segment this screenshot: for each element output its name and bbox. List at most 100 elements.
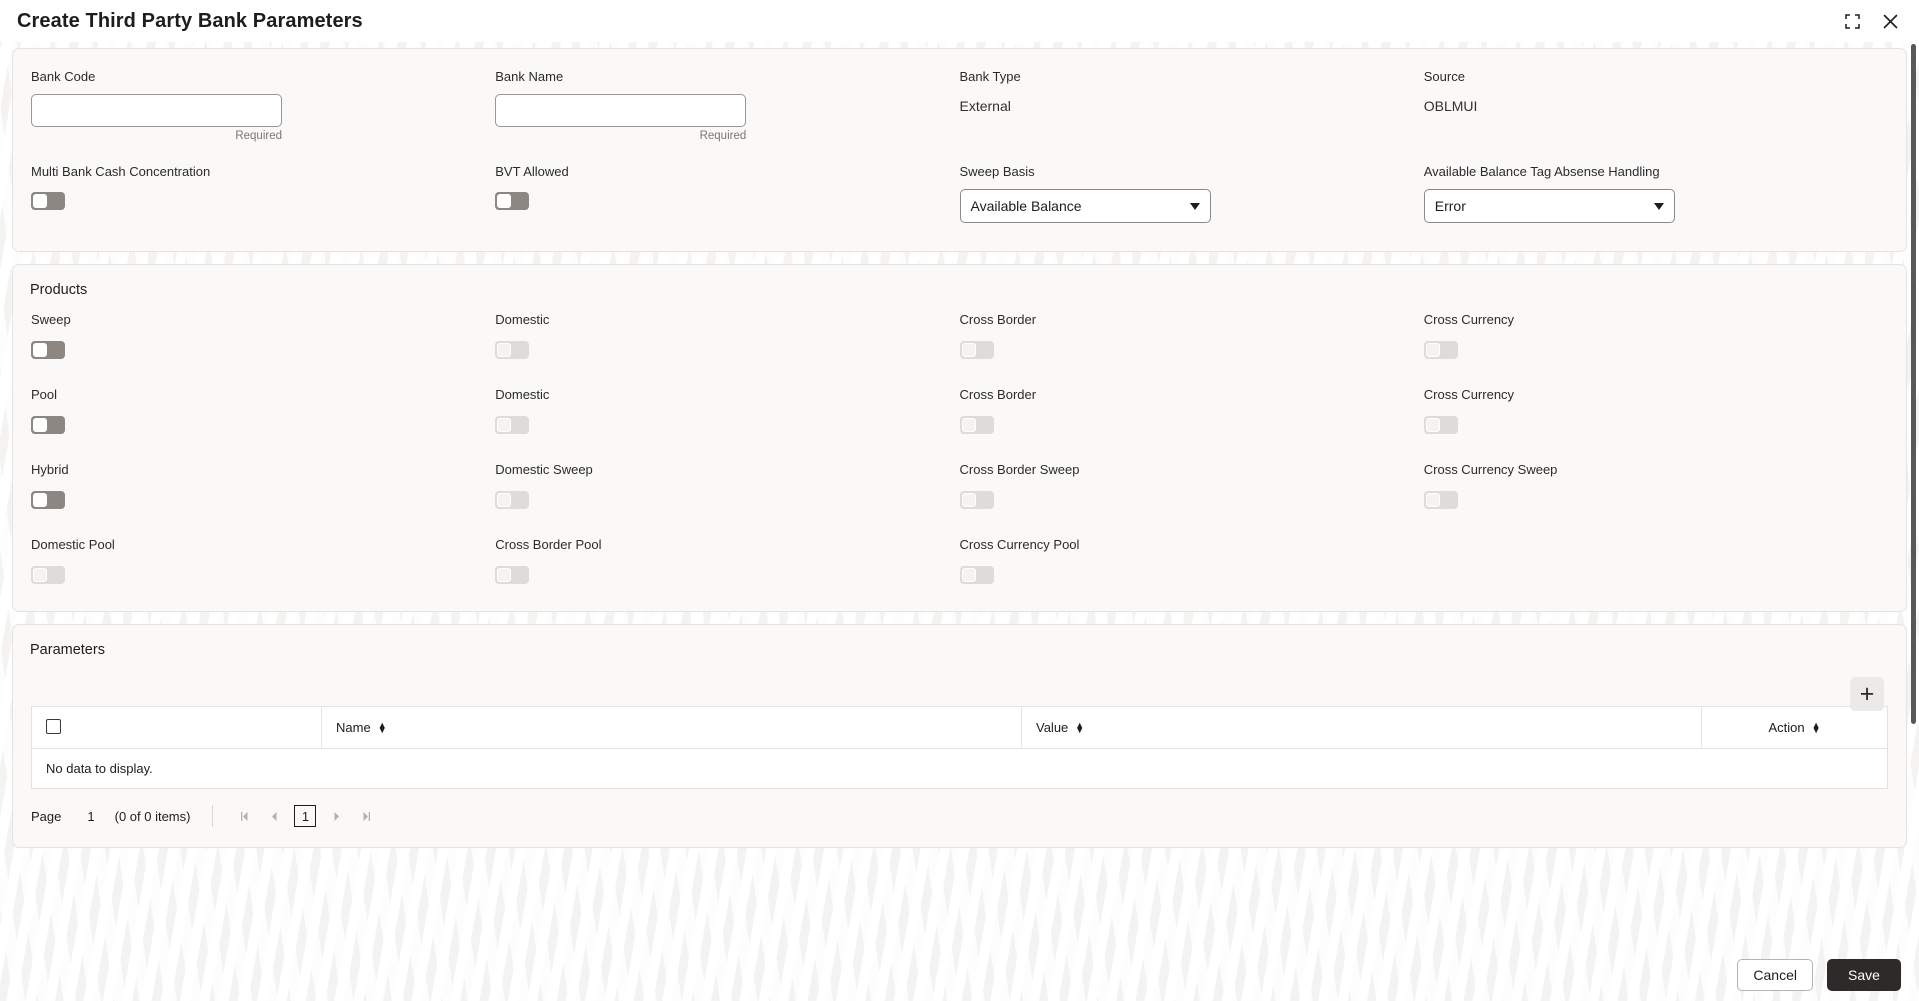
product-label-cross-currency: Cross Currency <box>1423 312 1515 327</box>
next-page-icon[interactable] <box>321 803 351 829</box>
product-label-cross-border: Cross Border <box>959 387 1037 402</box>
dialog-footer: Cancel Save <box>0 949 1919 1001</box>
toggle-bvt-allowed[interactable] <box>495 192 530 210</box>
header-value-label: Value <box>1036 720 1069 735</box>
product-label-cross-border-sweep: Cross Border Sweep <box>959 462 1080 477</box>
current-page-button[interactable]: 1 <box>294 805 317 827</box>
field-available-balance-tag-absense-handling: Available Balance Tag Absense Handling E… <box>1423 164 1888 233</box>
header-select-all <box>31 706 322 749</box>
product-label-domestic-pool: Domestic Pool <box>31 537 115 552</box>
toggle-knob <box>497 343 512 357</box>
available-balance-tag-absense-handling-value: Error <box>1434 198 1466 214</box>
last-page-icon[interactable] <box>351 803 381 829</box>
sort-icon: ▲ ▼ <box>1075 719 1085 735</box>
header-value[interactable]: Value ▲ ▼ <box>1021 706 1702 749</box>
label-bvt-allowed: BVT Allowed <box>495 164 569 179</box>
header-name[interactable]: Name ▲ ▼ <box>321 706 1022 749</box>
previous-page-icon[interactable] <box>259 803 289 829</box>
pagination-page-label: Page <box>31 808 62 824</box>
first-page-icon[interactable] <box>229 803 259 829</box>
toggle-knob <box>961 343 976 357</box>
parameters-card: Parameters + Name ▲ ▼ Value ▲ ▼ Action ▲… <box>12 624 1907 848</box>
product-toggle-domestic-1 <box>495 341 530 359</box>
toggle-knob <box>33 568 47 582</box>
label-bank-type: Bank Type <box>959 69 1021 84</box>
toggle-knob <box>1425 493 1440 507</box>
products-card: Products Sweep Domestic Cross Border Cross … <box>12 264 1907 612</box>
label-source: Source <box>1423 69 1465 84</box>
label-multi-bank-cash-concentration: Multi Bank Cash Concentration <box>31 164 211 179</box>
products-grid: Sweep Domestic Cross Border Cross Currency P… <box>13 298 1906 611</box>
select-all-checkbox[interactable] <box>46 718 61 734</box>
product-toggle-cross-border-sweep-10 <box>959 491 994 509</box>
product-cell-sweep-0: Sweep <box>31 312 495 364</box>
toggle-knob <box>497 418 512 432</box>
sweep-basis-select[interactable]: Available Balance <box>959 189 1211 223</box>
source-value: OBLMUI <box>1423 98 1478 114</box>
product-label-cross-currency-sweep: Cross Currency Sweep <box>1423 462 1558 477</box>
product-cell-domestic-pool-12: Domestic Pool <box>31 537 495 589</box>
table-header-row: Name ▲ ▼ Value ▲ ▼ Action ▲ ▼ <box>31 706 1888 749</box>
product-label-pool: Pool <box>31 387 58 402</box>
header-name-label: Name <box>336 720 371 735</box>
product-cell-cross-border-6: Cross Border <box>959 387 1424 439</box>
pagination-page-number: 1 <box>87 808 95 824</box>
product-cell-cross-currency-7: Cross Currency <box>1423 387 1888 439</box>
bank-name-input[interactable] <box>495 94 747 127</box>
cancel-button[interactable]: Cancel <box>1737 959 1813 991</box>
product-toggle-pool-4[interactable] <box>31 416 65 434</box>
product-cell-cross-border-sweep-10: Cross Border Sweep <box>959 462 1424 514</box>
toggle-knob <box>961 418 976 432</box>
product-cell-cross-currency-3: Cross Currency <box>1423 312 1888 364</box>
field-sweep-basis: Sweep Basis Available Balance <box>959 164 1424 233</box>
product-label-hybrid: Hybrid <box>31 462 69 477</box>
product-cell-domestic-1: Domestic <box>495 312 959 364</box>
toggle-multi-bank-cash-concentration[interactable] <box>31 192 65 210</box>
toggle-knob <box>33 493 47 507</box>
no-data-message: No data to display. <box>31 748 1888 789</box>
product-label-cross-currency-pool: Cross Currency Pool <box>959 537 1080 552</box>
close-icon[interactable] <box>1877 8 1903 34</box>
product-cell-domestic-sweep-9: Domestic Sweep <box>495 462 959 514</box>
table-body: No data to display. <box>31 748 1888 789</box>
toggle-knob <box>961 568 976 582</box>
label-bank-name: Bank Name <box>495 69 564 84</box>
toggle-knob <box>497 493 512 507</box>
available-balance-tag-absense-handling-select[interactable]: Error <box>1423 189 1675 223</box>
product-cell-cross-currency-pool-14: Cross Currency Pool <box>959 537 1424 589</box>
toggle-knob <box>33 418 47 432</box>
product-toggle-sweep-0[interactable] <box>31 341 65 359</box>
plus-icon[interactable]: + <box>1850 677 1884 711</box>
product-toggle-domestic-5 <box>495 416 530 434</box>
pagination: Page 1 (0 of 0 items) 1 <box>31 803 1906 829</box>
product-cell-cross-border-pool-13: Cross Border Pool <box>495 537 959 589</box>
product-toggle-domestic-pool-12 <box>31 566 65 584</box>
product-label-domestic-sweep: Domestic Sweep <box>495 462 593 477</box>
header-action[interactable]: Action ▲ ▼ <box>1701 706 1888 749</box>
save-button[interactable]: Save <box>1827 959 1901 991</box>
product-toggle-cross-currency-pool-14 <box>959 566 994 584</box>
product-cell-pool-4: Pool <box>31 387 495 439</box>
product-toggle-cross-currency-7 <box>1423 416 1458 434</box>
product-cell-domestic-5: Domestic <box>495 387 959 439</box>
bank-options-grid: Multi Bank Cash Concentration BVT Allowe… <box>13 152 1906 251</box>
bank-details-card: Bank Code Required Bank Name Required Ba… <box>12 48 1907 252</box>
chevron-down-icon <box>1189 202 1200 210</box>
field-bank-type: Bank Type External <box>960 69 1424 152</box>
vertical-scrollbar[interactable] <box>1911 44 1916 724</box>
field-bank-name: Bank Name Required <box>495 69 959 152</box>
window-controls <box>1839 8 1903 34</box>
product-cell-hybrid-8: Hybrid <box>31 462 495 514</box>
product-label-sweep: Sweep <box>31 312 71 327</box>
pagination-divider <box>212 805 214 827</box>
parameters-section-title: Parameters <box>30 642 105 658</box>
bank-code-input[interactable] <box>31 94 282 127</box>
field-bank-code: Bank Code Required <box>31 69 495 152</box>
label-available-balance-tag-absense-handling: Available Balance Tag Absense Handling <box>1423 164 1660 179</box>
toggle-knob <box>961 493 976 507</box>
product-toggle-hybrid-8[interactable] <box>31 491 65 509</box>
product-toggle-cross-border-2 <box>959 341 994 359</box>
sort-icon: ▲ ▼ <box>1811 719 1821 735</box>
collapse-corners-icon[interactable] <box>1839 8 1865 34</box>
pagination-items-count: (0 of 0 items) <box>114 808 191 824</box>
